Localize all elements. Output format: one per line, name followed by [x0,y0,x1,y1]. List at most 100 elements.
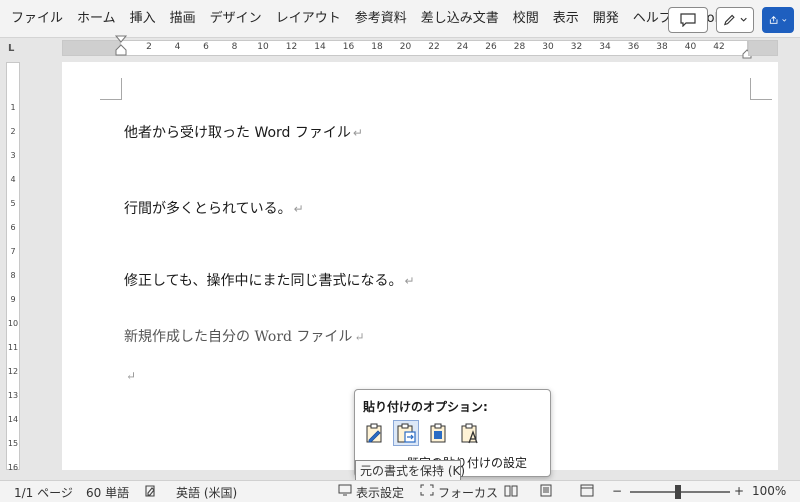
proofing-icon[interactable] [144,484,158,501]
ruler-number: 12 [285,42,298,52]
tab-selector[interactable]: L [8,43,20,55]
focus-button[interactable]: フォーカス [438,484,498,501]
ribbon-tab[interactable]: 差し込み文書 [414,6,506,32]
focus-icon[interactable] [420,484,434,499]
language-indicator[interactable]: 英語 (米国) [176,484,237,501]
ruler-number: 30 [542,42,554,52]
chevron-down-icon [740,17,747,22]
ribbon-tab[interactable]: レイアウト [269,6,348,32]
ruler-number: 2 [10,127,16,136]
ruler-number: 36 [627,42,640,52]
ruler-number: 2 [146,42,152,52]
horizontal-ruler-row: L 2 4 6 8 10 12 14 16 18 20 22 24 26 28 30 32 34 36 38 40 42 [0,35,800,60]
vertical-ruler[interactable]: 1 2 3 4 5 6 7 8 9 10 11 12 13 14 15 16 [6,62,20,472]
paragraph-2[interactable]: 行間が多くとられている。 ↵ [124,198,304,218]
ribbon-tab[interactable]: ファイル [4,6,70,32]
word-count[interactable]: 60 単語 [86,484,129,501]
pencil-icon [723,14,735,26]
indent-marker-icon[interactable] [115,35,127,57]
ruler-number: 4 [10,175,16,184]
ruler-number: 9 [10,295,16,304]
ribbon-tab[interactable]: 参考資料 [348,6,414,32]
display-settings-button[interactable]: 表示設定 [356,484,404,501]
ruler-number: 16 [342,42,355,52]
ruler-number: 18 [371,42,383,52]
paragraph-4[interactable]: 新規作成した自分の Word ファイル ↵ [124,326,365,346]
ruler-right-margin [748,40,778,56]
paragraph-1[interactable]: 他者から受け取った Word ファイル ↵ [124,122,363,142]
ruler-number: 6 [203,42,209,52]
paragraph-text: 修正しても、操作中にまた同じ書式になる。 [124,273,403,289]
paragraph-mark-icon: ↵ [126,369,137,383]
ribbon-tab[interactable]: ホーム [70,6,123,32]
paragraph-3[interactable]: 修正しても、操作中にまた同じ書式になる。 ↵ [124,270,415,290]
ruler-number: 16 [7,463,19,472]
paragraph-mark-icon: ↵ [404,274,415,288]
paragraph-text: 他者から受け取った Word ファイル [124,125,351,141]
paste-tooltip: 元の書式を保持 (K) [355,460,465,482]
ribbon-tab[interactable]: 校閲 [506,6,546,32]
share-button[interactable] [762,7,794,33]
ruler-number: 13 [7,391,19,400]
ribbon-tab[interactable]: デザイン [203,6,269,32]
share-icon [769,16,778,24]
ribbon-tab[interactable]: 表示 [546,6,586,32]
ruler-number: 14 [314,42,326,52]
ruler-number: 3 [10,151,16,160]
picture-paste-button[interactable] [425,420,451,446]
ruler-number: 38 [656,42,668,52]
web-layout-icon[interactable] [580,484,594,500]
ruler-number: 11 [7,343,19,352]
ribbon-right-actions [668,7,794,33]
ruler-number: 8 [10,271,16,280]
ruler-number: 40 [684,42,697,52]
ribbon-tab[interactable]: 描画 [163,6,203,32]
ruler-number: 10 [7,319,19,328]
zoom-level[interactable]: 100% [752,484,786,498]
ribbon-tab[interactable]: 開発 [586,6,626,32]
merge-formatting-icon [397,423,416,443]
ruler-number: 32 [570,42,583,52]
picture-paste-icon [430,423,446,443]
ruler-number: 15 [7,439,19,448]
paragraph-text: 新規作成した自分の Word ファイル [124,329,353,345]
crop-mark-top-right [750,78,772,100]
paste-options-icons [361,420,483,446]
ruler-number: 28 [513,42,526,52]
keep-text-only-icon [461,423,478,444]
ruler-number: 20 [399,42,412,52]
page-count[interactable]: 1/1 ページ [14,484,73,501]
paste-options-title: 貼り付けのオプション: [363,400,488,414]
ruler-left-margin [62,40,120,56]
horizontal-ruler[interactable]: 2 4 6 8 10 12 14 16 18 20 22 24 26 28 30 32 34 36 38 40 42 [115,35,752,59]
zoom-out-button[interactable]: − [612,484,622,498]
keep-text-only-button[interactable] [457,420,483,446]
zoom-in-button[interactable]: + [734,484,744,498]
zoom-slider-thumb[interactable] [675,485,681,499]
print-layout-icon[interactable] [540,484,552,500]
paragraph-mark-icon: ↵ [293,202,304,216]
ruler-number: 14 [7,415,19,424]
ruler-number: 1 [10,103,16,112]
comments-button[interactable] [668,7,708,33]
ruler-number: 5 [10,199,16,208]
ruler-number: 26 [485,42,497,52]
chevron-down-icon [782,18,787,22]
editing-mode-button[interactable] [716,7,754,33]
read-mode-icon[interactable] [504,484,518,500]
status-bar: 1/1 ページ 60 単語 英語 (米国) 表示設定 フォーカス − + 100… [0,480,800,502]
keep-source-formatting-button[interactable] [361,420,387,446]
ruler-number: 34 [599,42,611,52]
ruler-number: 22 [428,42,440,52]
ruler-number: 4 [174,42,181,52]
display-settings-icon[interactable] [338,484,352,499]
merge-formatting-button[interactable] [393,420,419,446]
ruler-number: 6 [10,223,16,232]
ruler-number: 10 [257,42,269,52]
ruler-number: 42 [713,42,725,52]
crop-mark-top-left [100,78,122,100]
ribbon-tab[interactable]: 挿入 [123,6,163,32]
paragraph-text: 行間が多くとられている。 [124,201,292,217]
ribbon-tabs: ファイル ホーム 挿入 描画 デザイン レイアウト 参考資料 差し込み文書 校閲 表示 開発 ヘルプ A… [4,6,743,32]
paragraph-5[interactable]: ↵ [124,368,136,384]
